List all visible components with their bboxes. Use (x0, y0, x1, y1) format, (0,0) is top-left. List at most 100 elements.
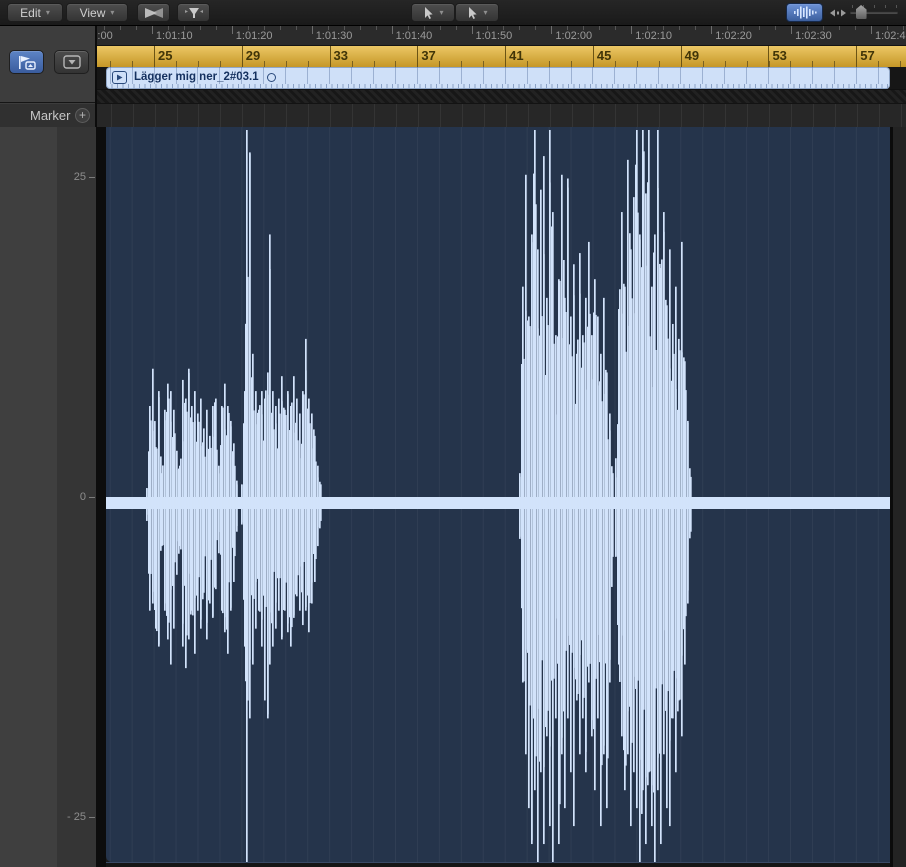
time-ruler-minor-tick (759, 26, 760, 30)
time-ruler-major-tick (551, 26, 552, 34)
region-beat-line (592, 67, 593, 84)
time-ruler[interactable]: 1:01:00 1:01:10 1:01:20 1:01:30 1:01:40 1:01:… (97, 26, 906, 46)
marker-lane-beat-line (133, 104, 134, 127)
time-ruler-label: 1:01:40 (396, 30, 433, 42)
marker-lane-beat-line (220, 104, 221, 127)
region-beat-line (176, 67, 177, 84)
time-ruler-minor-tick (216, 26, 217, 30)
marker-lane-beat-line (330, 104, 331, 127)
audio-file-editor: Edit ▾ View ▾ ▾ (0, 0, 906, 867)
beat-ruler-label: 37 (421, 48, 435, 63)
beat-ruler-bar-line (681, 46, 682, 67)
time-ruler-minor-tick (775, 26, 776, 30)
time-ruler-minor-tick (503, 26, 504, 30)
region-beat-line (285, 67, 286, 84)
toolbar: Edit ▾ View ▾ ▾ (0, 0, 906, 26)
region-beat-line (527, 67, 528, 84)
editor-right-gutter[interactable] (890, 127, 906, 867)
time-ruler-label: 1:01:10 (156, 30, 193, 42)
marker-lane-beat-line (791, 104, 792, 127)
beat-ruler-bar-line (417, 46, 418, 67)
crossfade-icon (144, 7, 164, 19)
audio-region[interactable]: Lägger mig ner_2#03.1 (106, 67, 890, 89)
beat-ruler-bar-line (505, 46, 506, 67)
time-ruler-minor-tick (599, 26, 600, 30)
time-ruler-minor-tick (456, 26, 457, 30)
marker-lane-beat-line (418, 104, 419, 127)
time-ruler-minor-tick (344, 26, 345, 30)
time-ruler-minor-tick (104, 26, 105, 30)
zoom-slider-track[interactable] (850, 11, 898, 14)
region-beat-line (724, 67, 725, 84)
amplitude-axis: 250- 25 (57, 127, 96, 867)
waveform-canvas (106, 127, 890, 862)
add-marker-button[interactable]: + (75, 108, 90, 123)
region-beat-line (329, 67, 330, 84)
pointer-icon (422, 6, 434, 20)
beat-ruler-label: 57 (860, 48, 874, 63)
disclosure-button[interactable] (54, 50, 89, 74)
region-beat-line (658, 67, 659, 84)
time-ruler-minor-tick (727, 26, 728, 30)
marker-lane-beat-line (111, 104, 112, 127)
marker-lane-beat-line (813, 104, 814, 127)
crossfade-tool-button[interactable] (137, 3, 170, 22)
marker-lane-beat-line (879, 104, 880, 127)
time-ruler-minor-tick (519, 26, 520, 30)
region-beat-line (351, 67, 352, 84)
view-menu-button[interactable]: View ▾ (66, 3, 128, 22)
region-beat-line (219, 67, 220, 84)
marker-lane[interactable] (97, 103, 906, 127)
time-ruler-major-tick (312, 26, 313, 34)
waveform-icon (793, 6, 817, 19)
edit-menu-button[interactable]: Edit ▾ (7, 3, 63, 22)
time-ruler-label: 1:01:50 (476, 30, 513, 42)
time-ruler-minor-tick (887, 26, 888, 30)
time-ruler-label: 1:02:40 (875, 30, 906, 42)
time-ruler-major-tick (232, 26, 233, 34)
funnel-icon (184, 6, 204, 20)
time-ruler-label: 1:01:30 (316, 30, 353, 42)
time-ruler-major-tick (791, 26, 792, 34)
marker-lane-beat-line (484, 104, 485, 127)
marker-lane-beat-line (572, 104, 573, 127)
chevron-down-icon: ▾ (110, 8, 114, 17)
time-ruler-minor-tick (328, 26, 329, 30)
region-beat-line (702, 67, 703, 84)
region-beat-line (307, 67, 308, 84)
secondary-tool-button[interactable]: ▾ (455, 3, 499, 22)
region-beat-line (768, 67, 769, 84)
editor-left-gutter (0, 127, 57, 867)
amplitude-axis-tick (89, 177, 95, 178)
time-ruler-minor-tick (583, 26, 584, 30)
primary-tool-button[interactable]: ▾ (411, 3, 455, 22)
beat-ruler[interactable]: 252933374145495357 (97, 46, 906, 67)
time-ruler-minor-tick (264, 26, 265, 30)
waveform-zoom-button[interactable] (786, 3, 823, 22)
editor-header-panel (0, 26, 95, 102)
time-ruler-label: 1:01:00 (97, 30, 113, 42)
region-prelisten-button[interactable] (112, 71, 127, 84)
marker-lane-beat-line (352, 104, 353, 127)
marker-lane-beat-line (901, 104, 902, 127)
marker-lane-beat-line (264, 104, 265, 127)
marker-lane-beat-line (659, 104, 660, 127)
beat-ruler-bar-line (856, 46, 857, 67)
time-ruler-major-tick (631, 26, 632, 34)
amplitude-axis-label: 0 (80, 491, 86, 503)
marker-lane-beat-line (857, 104, 858, 127)
beat-ruler-label: 45 (597, 48, 611, 63)
time-ruler-label: 1:01:20 (236, 30, 273, 42)
marker-lane-beat-line (747, 104, 748, 127)
marker-lane-beat-line (703, 104, 704, 127)
marker-track-label: Marker (30, 108, 70, 123)
view-menu-label: View (80, 6, 106, 20)
marker-flag-button[interactable] (9, 50, 44, 74)
time-ruler-minor-tick (679, 26, 680, 30)
time-ruler-minor-tick (280, 26, 281, 30)
waveform-display[interactable] (106, 127, 890, 862)
time-ruler-major-tick (711, 26, 712, 34)
chevron-down-icon: ▾ (483, 8, 487, 17)
lane-separator (97, 89, 906, 103)
filter-tool-button[interactable] (177, 3, 210, 22)
